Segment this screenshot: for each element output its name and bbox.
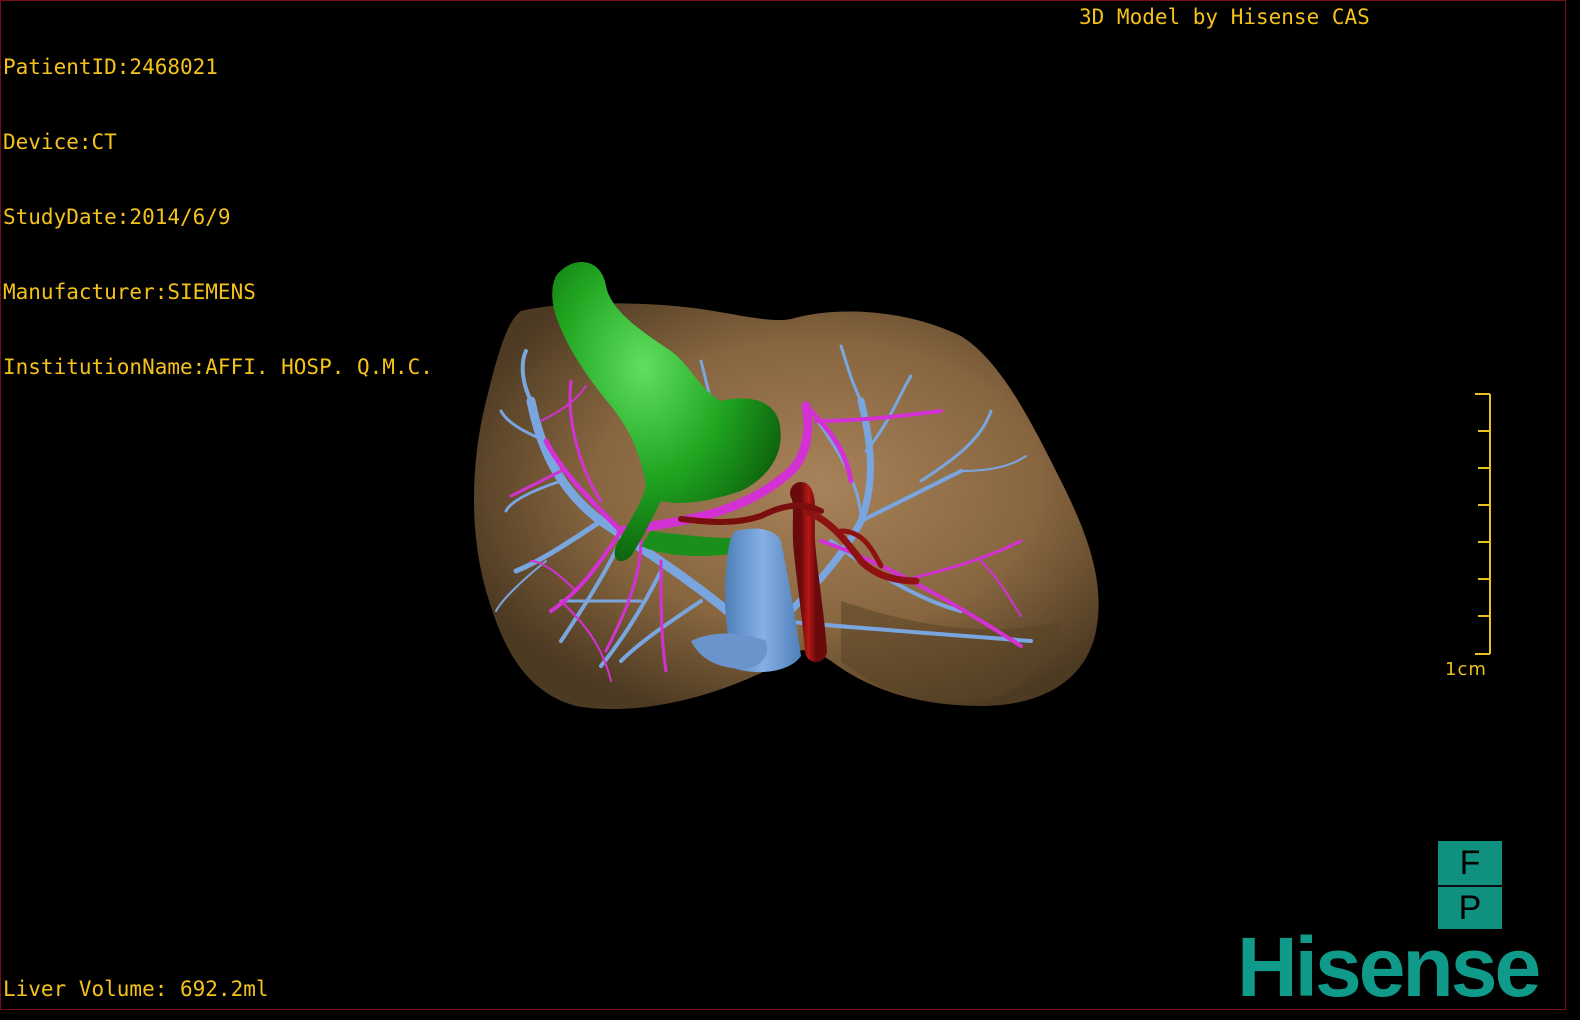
- patient-info-panel: PatientID:2468021 Device:CT StudyDate:20…: [3, 5, 433, 430]
- scale-unit-label: 1cm: [1445, 659, 1487, 680]
- manufacturer-label: Manufacturer:SIEMENS: [3, 280, 256, 304]
- scale-ticks: [1475, 393, 1491, 655]
- institution-label: InstitutionName:AFFI. HOSP. Q.M.C.: [3, 355, 433, 379]
- liver-volume-label: Liver Volume: 692.2ml: [3, 977, 269, 1001]
- hisense-logo: Hisense: [1237, 920, 1541, 1010]
- patient-id-label: PatientID:2468021: [3, 55, 218, 79]
- scale-ruler: [1475, 393, 1491, 655]
- device-label: Device:CT: [3, 130, 117, 154]
- study-date-label: StudyDate:2014/6/9: [3, 205, 231, 229]
- orientation-front-label[interactable]: F: [1438, 841, 1502, 885]
- 3d-viewport[interactable]: PatientID:2468021 Device:CT StudyDate:20…: [0, 0, 1566, 1010]
- model-credit-label: 3D Model by Hisense CAS: [1079, 5, 1370, 29]
- orientation-indicator[interactable]: F P: [1438, 841, 1502, 929]
